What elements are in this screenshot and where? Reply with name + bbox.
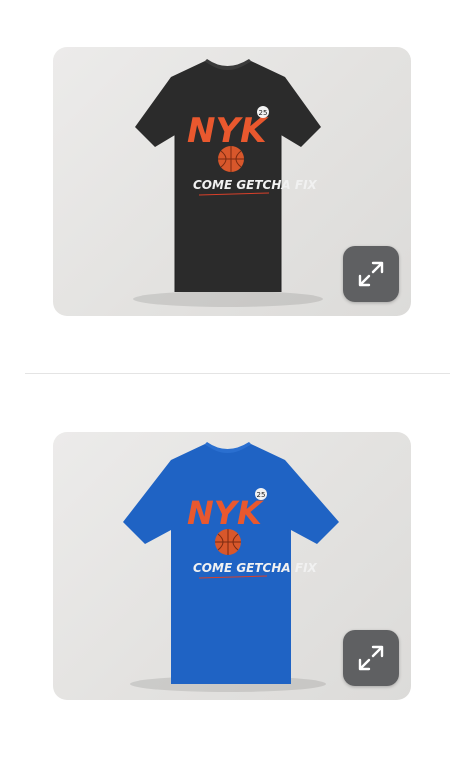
expand-button[interactable]: [343, 246, 399, 302]
print-badge: 25: [259, 109, 268, 117]
print-slogan: COME GETCHA FIX: [193, 178, 318, 192]
product-image-card-blue[interactable]: NYK 25 COME GETCHA FIX: [53, 432, 411, 700]
print-title: NYK: [187, 494, 264, 532]
expand-button[interactable]: [343, 630, 399, 686]
product-image-card-black[interactable]: NYK 25 COME GETCHA FIX: [53, 47, 411, 316]
print-title: NYK: [187, 111, 269, 151]
expand-arrows-icon: [358, 645, 384, 671]
print-slogan: COME GETCHA FIX: [193, 561, 318, 575]
divider: [25, 373, 450, 374]
print-badge: 25: [257, 491, 266, 499]
expand-arrows-icon: [358, 261, 384, 287]
